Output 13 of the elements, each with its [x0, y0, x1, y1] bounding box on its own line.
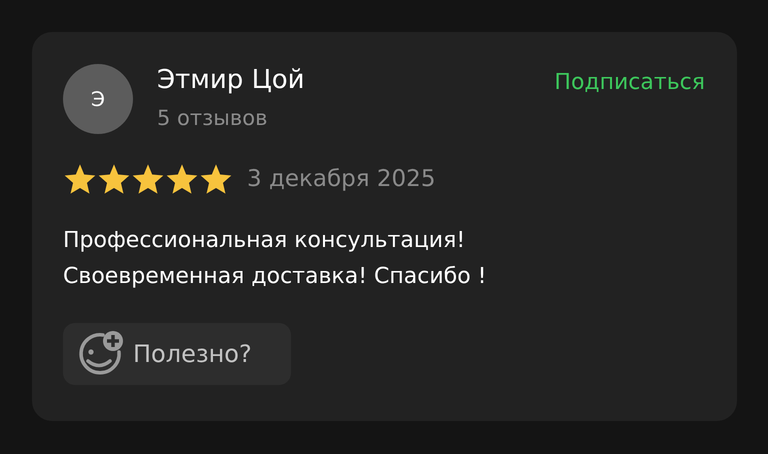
- review-date: 3 декабря 2025: [247, 165, 436, 194]
- author-name: Этмир Цой: [157, 64, 305, 96]
- helpful-button[interactable]: Полезно?: [63, 322, 291, 384]
- review-text: Профессиональная консультация! Своевременная доставка! Спасибо !: [63, 226, 488, 290]
- smiley-plus-icon: [77, 330, 125, 378]
- star-icon: [199, 163, 233, 196]
- subscribe-link[interactable]: Подписаться: [554, 68, 705, 98]
- reviews-count: 5 отзывов: [157, 105, 268, 132]
- star-icon: [131, 163, 165, 196]
- avatar: Э: [63, 64, 133, 134]
- star-icon: [63, 163, 97, 196]
- star-icon: [97, 163, 131, 196]
- star-icon: [165, 163, 199, 196]
